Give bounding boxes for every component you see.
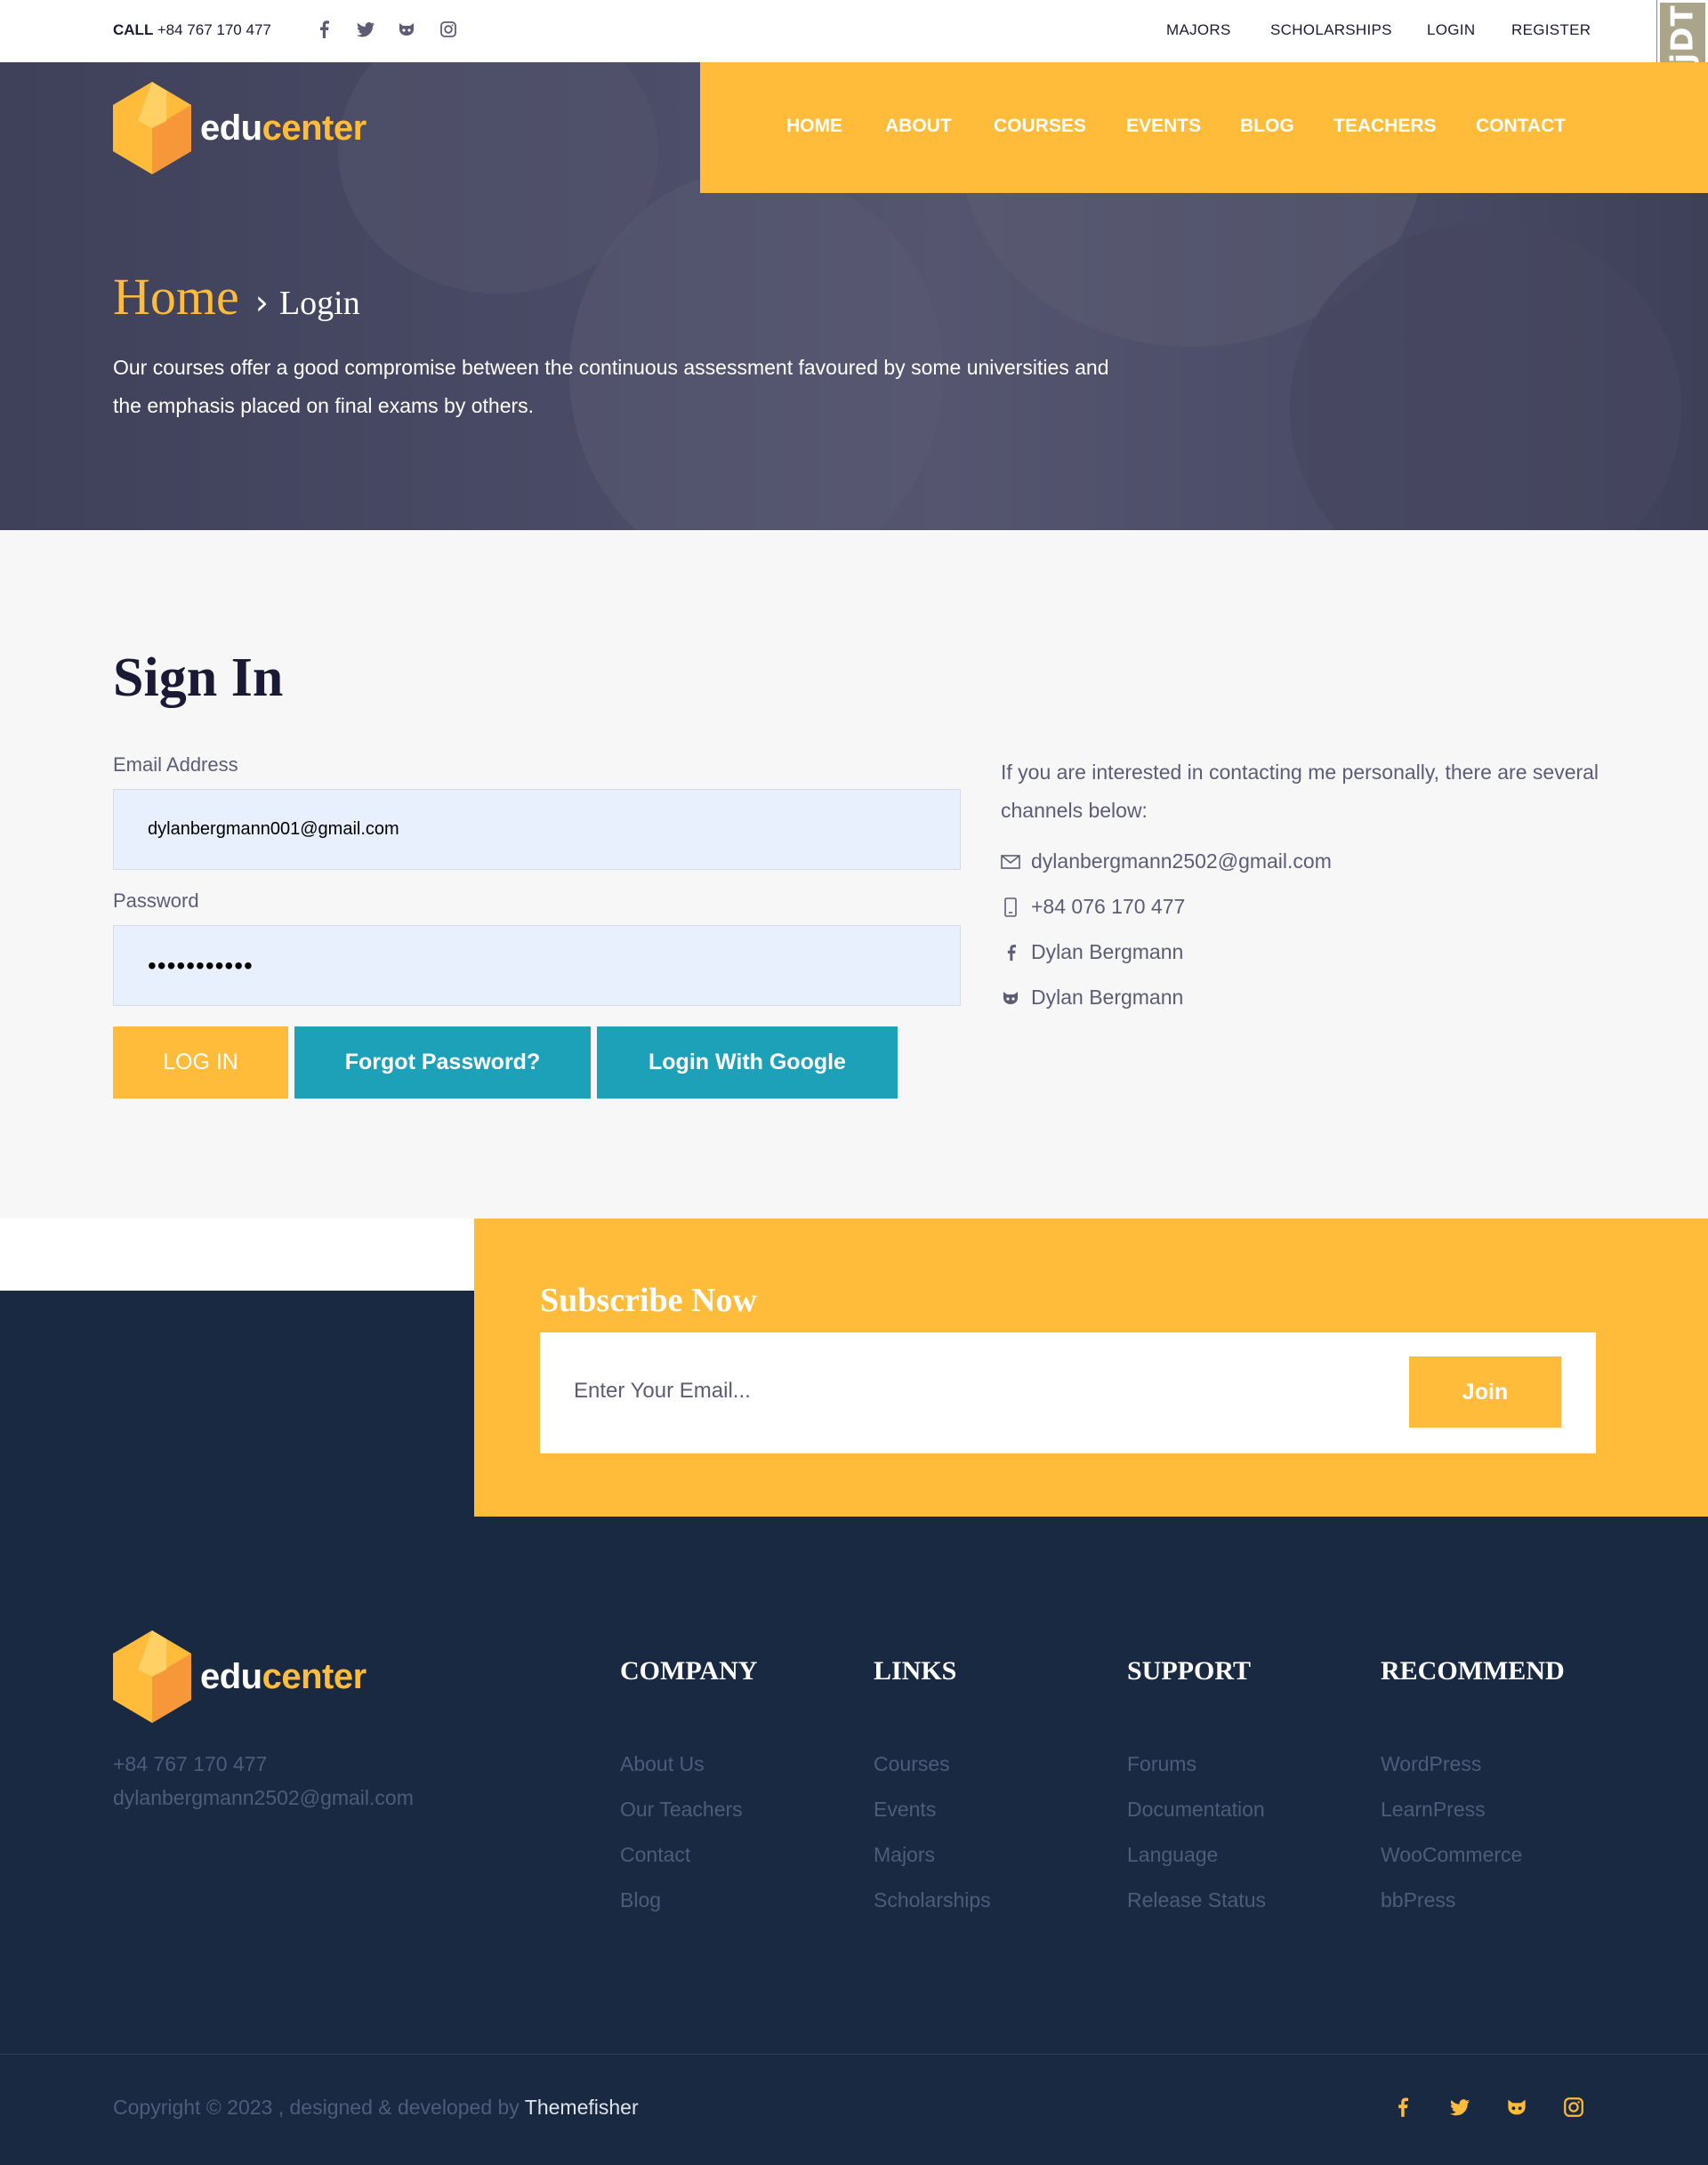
logo-cube-icon xyxy=(113,82,191,174)
footer-link[interactable]: Blog xyxy=(620,1888,661,1912)
password-field[interactable]: ••••••••••• xyxy=(113,925,961,1006)
logo-wordmark: educenter xyxy=(200,109,367,149)
footer-link[interactable]: Release Status xyxy=(1127,1888,1266,1912)
call-phone[interactable]: +84 767 170 477 xyxy=(157,21,271,38)
nav-blog[interactable]: BLOG xyxy=(1240,116,1294,137)
facebook-icon[interactable] xyxy=(1390,2096,1414,2119)
footer-link[interactable]: Scholarships xyxy=(874,1888,991,1912)
breadcrumb-current: Login xyxy=(278,285,360,322)
top-link-register[interactable]: REGISTER xyxy=(1511,21,1591,39)
top-bar: CALL +84 767 170 477 MAJORS SCHOLARSHIPS… xyxy=(0,0,1708,62)
breadcrumb: Home › Login xyxy=(113,267,360,326)
logo-text-center: center xyxy=(262,108,367,148)
footer-link[interactable]: Forums xyxy=(1127,1752,1196,1776)
contact-email-item[interactable]: dylanbergmann2502@gmail.com xyxy=(1001,849,1332,873)
logo-cube-icon xyxy=(113,1630,191,1723)
github-icon[interactable] xyxy=(397,20,416,39)
facebook-icon xyxy=(1001,943,1020,962)
contact-github-item[interactable]: Dylan Bergmann xyxy=(1001,986,1183,1010)
password-label: Password xyxy=(113,889,199,912)
nav-home[interactable]: HOME xyxy=(786,116,842,137)
footer-phone[interactable]: +84 767 170 477 xyxy=(113,1752,267,1776)
main-nav: HOME ABOUT COURSES EVENTS BLOG TEACHERS … xyxy=(700,62,1708,193)
nav-teachers[interactable]: TEACHERS xyxy=(1333,116,1437,137)
nav-events[interactable]: EVENTS xyxy=(1126,116,1201,137)
call-label: CALL xyxy=(113,21,154,38)
login-button[interactable]: LOG IN xyxy=(113,1026,288,1099)
footer-link[interactable]: Documentation xyxy=(1127,1798,1265,1822)
twitter-icon[interactable] xyxy=(356,20,375,39)
footer-email[interactable]: dylanbergmann2502@gmail.com xyxy=(113,1786,414,1810)
breadcrumb-home[interactable]: Home xyxy=(113,268,239,326)
contact-phone-item[interactable]: +84 076 170 477 xyxy=(1001,895,1185,919)
contact-facebook-item[interactable]: Dylan Bergmann xyxy=(1001,940,1183,964)
forgot-password-button[interactable]: Forgot Password? xyxy=(294,1026,591,1099)
footer-heading-support: SUPPORT xyxy=(1127,1656,1251,1686)
contact-github: Dylan Bergmann xyxy=(1031,986,1184,1009)
footer-heading-recommend: RECOMMEND xyxy=(1381,1656,1565,1686)
github-icon[interactable] xyxy=(1505,2096,1528,2119)
logo-wordmark: educenter xyxy=(200,1657,367,1697)
nav-about[interactable]: ABOUT xyxy=(885,116,952,137)
footer-link[interactable]: WooCommerce xyxy=(1381,1843,1522,1867)
call-info: CALL +84 767 170 477 xyxy=(113,21,271,39)
subscribe-email-input[interactable]: Enter Your Email... xyxy=(574,1379,751,1404)
contact-phone: +84 076 170 477 xyxy=(1031,895,1186,918)
top-link-scholarships[interactable]: SCHOLARSHIPS xyxy=(1270,21,1392,39)
footer-link[interactable]: Courses xyxy=(874,1752,950,1776)
instagram-icon[interactable] xyxy=(1562,2096,1585,2119)
contact-intro: If you are interested in contacting me p… xyxy=(1001,761,1599,822)
logo-text-edu: edu xyxy=(200,1656,262,1696)
copyright: Copyright © 2023 , designed & developed … xyxy=(113,2096,639,2120)
page-title: Sign In xyxy=(113,648,284,708)
footer-link[interactable]: Language xyxy=(1127,1843,1218,1867)
footer-link[interactable]: Contact xyxy=(620,1843,690,1867)
footer-heading-company: COMPANY xyxy=(620,1656,758,1686)
footer-link[interactable]: Events xyxy=(874,1798,936,1822)
footer-heading-links: LINKS xyxy=(874,1656,957,1686)
copyright-text: Copyright © 2023 , designed & developed … xyxy=(113,2096,520,2119)
footer-link[interactable]: Our Teachers xyxy=(620,1798,743,1822)
logo-text-center: center xyxy=(262,1656,367,1696)
footer-divider xyxy=(0,2054,1708,2055)
footer-link[interactable]: LearnPress xyxy=(1381,1798,1486,1822)
twitter-icon[interactable] xyxy=(1448,2096,1471,2119)
envelope-icon xyxy=(1001,852,1020,872)
mobile-icon xyxy=(1001,897,1020,917)
subscribe-title: Subscribe Now xyxy=(540,1282,757,1319)
footer-logo[interactable]: educenter xyxy=(113,1630,367,1723)
site-logo[interactable]: educenter xyxy=(113,82,367,174)
footer-link[interactable]: bbPress xyxy=(1381,1888,1455,1912)
subscribe-form: Enter Your Email... Join xyxy=(540,1332,1596,1453)
login-google-button[interactable]: Login With Google xyxy=(597,1026,898,1099)
join-button[interactable]: Join xyxy=(1409,1356,1561,1428)
instagram-icon[interactable] xyxy=(439,20,458,39)
contact-email: dylanbergmann2502@gmail.com xyxy=(1031,849,1332,873)
github-icon xyxy=(1001,988,1020,1008)
email-label: Email Address xyxy=(113,753,238,776)
logo-text-edu: edu xyxy=(200,108,262,148)
footer-link[interactable]: WordPress xyxy=(1381,1752,1481,1776)
facebook-icon[interactable] xyxy=(314,20,334,39)
hero-description: Our courses offer a good compromise betw… xyxy=(113,356,1109,417)
footer-link[interactable]: About Us xyxy=(620,1752,705,1776)
chevron-right-icon: › xyxy=(254,283,269,322)
top-link-majors[interactable]: MAJORS xyxy=(1166,21,1231,39)
nav-contact[interactable]: CONTACT xyxy=(1476,116,1566,137)
nav-courses[interactable]: COURSES xyxy=(994,116,1086,137)
footer-link[interactable]: Majors xyxy=(874,1843,935,1867)
contact-facebook: Dylan Bergmann xyxy=(1031,940,1184,963)
top-link-login[interactable]: LOGIN xyxy=(1427,21,1475,39)
email-field[interactable]: dylanbergmann001@gmail.com xyxy=(113,789,961,870)
credit-link[interactable]: Themefisher xyxy=(525,2096,639,2119)
